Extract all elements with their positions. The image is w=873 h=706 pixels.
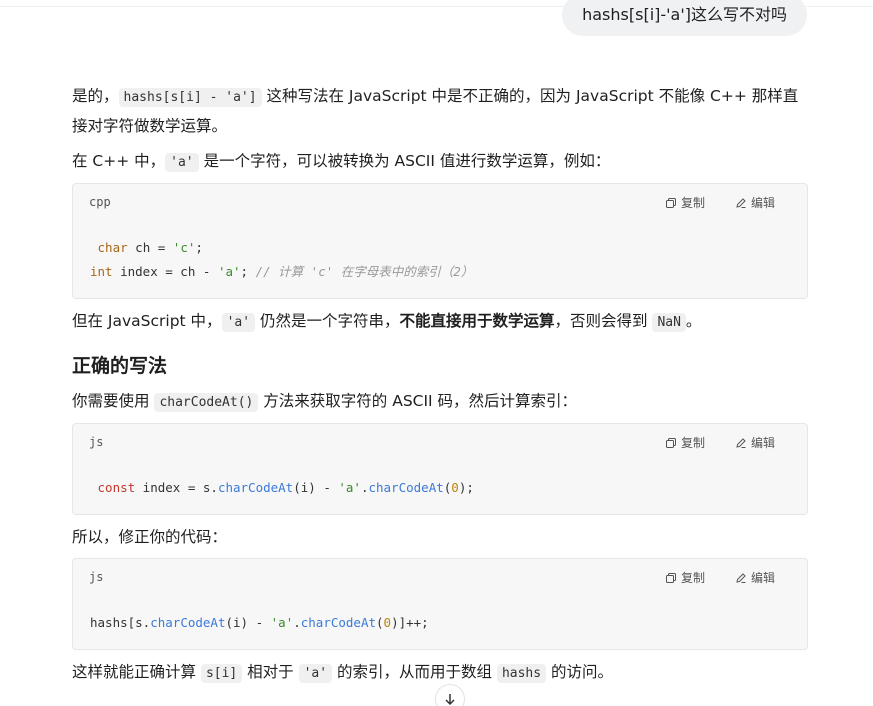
text: 仍然是一个字符串， <box>255 312 400 330</box>
edit-label: 编辑 <box>750 196 775 210</box>
code-token: int <box>90 264 113 279</box>
copy-icon <box>665 437 676 448</box>
text: 方法来获取字符的 ASCII 码，然后计算索引： <box>258 392 578 410</box>
code-actions: 复制 编辑 <box>665 434 775 451</box>
code-token: index = s. <box>135 480 218 495</box>
inline-code: NaN <box>652 313 686 332</box>
code-block-js-1: js 复制 编辑 const index = s.charCodeAt(i) -… <box>72 423 808 515</box>
code-comment: // 计算 'c' 在字母表中的索引（2） <box>255 264 474 279</box>
text: 你需要使用 <box>72 392 155 410</box>
edit-button[interactable]: 编辑 <box>735 194 775 211</box>
code-header: cpp 复制 编辑 <box>73 184 807 220</box>
text: 这样就能正确计算 <box>72 663 201 681</box>
edit-icon <box>736 197 746 208</box>
code-token: char <box>90 240 128 255</box>
paragraph-method: 你需要使用 charCodeAt() 方法来获取字符的 ASCII 码，然后计算… <box>72 387 808 417</box>
code-content: hashs[s.charCodeAt(i) - 'a'.charCodeAt(0… <box>73 595 807 649</box>
code-token: charCodeAt <box>368 480 444 495</box>
code-token: ; <box>240 264 256 279</box>
user-message-text: hashs[s[i]-'a']这么写不对吗 <box>582 5 787 24</box>
code-token: 'a' <box>338 480 361 495</box>
paragraph-intro: 是的， hashs[s[i] - 'a'] 这种写法在 JavaScript 中是… <box>72 82 808 141</box>
code-language-label: cpp <box>89 195 111 209</box>
text: 是的， <box>72 87 119 105</box>
code-token: )]++; <box>391 615 429 630</box>
paragraph-conclusion: 这样就能正确计算 s[i] 相对于 'a' 的索引，从而用于数组 hashs 的… <box>72 658 808 688</box>
copy-label: 复制 <box>680 436 705 450</box>
code-header: js 复制 编辑 <box>73 559 807 595</box>
code-token: ( <box>376 615 384 630</box>
copy-button[interactable]: 复制 <box>665 569 705 586</box>
code-token: ch = <box>127 240 173 255</box>
inline-code: 'a' <box>298 664 333 683</box>
code-token: const <box>90 480 136 495</box>
code-token: charCodeAt <box>150 615 226 630</box>
code-token: 'a' <box>217 264 241 279</box>
text: 在 C++ 中， <box>72 152 166 170</box>
code-language-label: js <box>89 570 104 584</box>
inline-code: charCodeAt() <box>154 393 259 412</box>
text: ，否则会得到 <box>554 312 653 330</box>
bold-text: 不能直接用于数学运算 <box>399 312 555 330</box>
paragraph-js-note: 但在 JavaScript 中，'a' 仍然是一个字符串，不能直接用于数学运算，… <box>72 307 808 337</box>
code-token: charCodeAt <box>300 615 377 630</box>
code-content: char ch = 'c'; int index = ch - 'a'; // … <box>73 220 807 298</box>
paragraph-fix: 所以，修正你的代码： <box>72 528 228 546</box>
copy-label: 复制 <box>680 196 705 210</box>
inline-code: hashs[s[i] - 'a'] <box>118 88 262 107</box>
edit-icon <box>736 572 746 583</box>
chat-window: hashs[s[i]-'a']这么写不对吗 是的， hashs[s[i] - 'a… <box>0 0 873 706</box>
inline-code: 'a' <box>165 153 199 172</box>
copy-label: 复制 <box>680 571 705 585</box>
code-token: ; <box>195 240 203 255</box>
arrow-down-icon <box>445 694 455 706</box>
code-token: 'a' <box>270 615 294 630</box>
inline-code: 'a' <box>221 313 256 332</box>
code-actions: 复制 编辑 <box>665 569 775 586</box>
inline-code: s[i] <box>200 664 243 683</box>
edit-button[interactable]: 编辑 <box>735 434 775 451</box>
code-token: index = ch - <box>112 264 218 279</box>
code-token: hashs[s. <box>90 615 151 630</box>
text: 是一个字符，可以被转换为 ASCII 值进行数学运算，例如： <box>198 152 611 170</box>
code-token: 0 <box>383 615 392 630</box>
copy-button[interactable]: 复制 <box>665 194 705 211</box>
edit-icon <box>736 437 746 448</box>
code-block-cpp: cpp 复制 编辑 char ch = 'c'; int index = ch … <box>72 183 808 299</box>
text: 。 <box>685 312 702 330</box>
code-token: charCodeAt <box>217 480 294 495</box>
inline-code: hashs <box>496 664 547 683</box>
copy-icon <box>665 572 676 583</box>
code-token: . <box>293 615 301 630</box>
text: 的访问。 <box>546 663 614 681</box>
user-message-bubble: hashs[s[i]-'a']这么写不对吗 <box>562 0 807 36</box>
assistant-response: 是的， hashs[s[i] - 'a'] 这种写法在 JavaScript 中是… <box>72 82 808 688</box>
code-header: js 复制 编辑 <box>73 424 807 460</box>
scroll-to-bottom-button[interactable] <box>435 684 465 706</box>
text: 相对于 <box>242 663 299 681</box>
code-token: (i) - <box>293 480 339 495</box>
code-content: const index = s.charCodeAt(i) - 'a'.char… <box>73 460 807 514</box>
code-language-label: js <box>89 435 104 449</box>
copy-button[interactable]: 复制 <box>665 434 705 451</box>
section-heading: 正确的写法 <box>72 355 168 377</box>
copy-icon <box>665 197 676 208</box>
paragraph-cpp: 在 C++ 中，'a' 是一个字符，可以被转换为 ASCII 值进行数学运算，例… <box>72 147 808 177</box>
code-token: (i) - <box>225 615 271 630</box>
edit-label: 编辑 <box>750 436 775 450</box>
code-token: ); <box>458 480 474 495</box>
code-token: 0 <box>451 480 459 495</box>
code-block-js-2: js 复制 编辑 hashs[s.charCodeAt(i) - 'a'.cha… <box>72 558 808 650</box>
code-token: 'c' <box>172 240 196 255</box>
code-actions: 复制 编辑 <box>665 194 775 211</box>
edit-label: 编辑 <box>750 571 775 585</box>
edit-button[interactable]: 编辑 <box>735 569 775 586</box>
text: 但在 JavaScript 中， <box>72 312 222 330</box>
text: 的索引，从而用于数组 <box>332 663 497 681</box>
